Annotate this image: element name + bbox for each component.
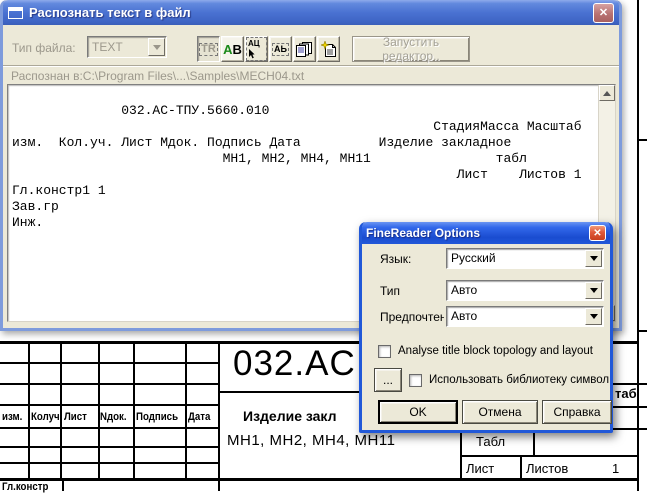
recognize-window-titlebar[interactable]: Распознать текст в файл ✕ (3, 0, 619, 25)
preference-combobox[interactable]: Авто (446, 306, 604, 327)
dialog-title: FineReader Options (366, 226, 480, 240)
ok-button[interactable]: OK (378, 400, 458, 424)
window-title: Распознать текст в файл (29, 5, 191, 20)
use-symbol-library-checkbox[interactable] (409, 374, 422, 387)
language-combobox[interactable]: Русский (446, 248, 604, 269)
drawing-header-izm: изм. (2, 411, 22, 423)
format-toolbutton[interactable]: AB (221, 36, 244, 62)
finereader-options-dialog: FineReader Options ✕ Язык: Русский Тип А… (359, 222, 613, 433)
chevron-down-icon[interactable] (148, 38, 165, 56)
drawing-line (613, 383, 647, 385)
help-button[interactable]: Справка (542, 400, 612, 424)
drawing-sheet-label: Лист (466, 461, 494, 476)
dialog-body: Язык: Русский Тип Авто Предпочтен Авто A… (362, 244, 610, 427)
drawing-line (62, 478, 64, 491)
analyse-title-block-label: Analyse title block topology and layout (398, 345, 593, 357)
drawing-line (133, 342, 135, 478)
cancel-button[interactable]: Отмена (462, 400, 538, 424)
file-type-value: TEXT (92, 40, 123, 54)
close-icon[interactable]: ✕ (589, 225, 606, 241)
text-style-icon: АЬ (272, 43, 289, 56)
drawing-line (218, 342, 220, 491)
drawing-header-koluch: Колуч (31, 411, 60, 423)
toolbar-divider (3, 65, 619, 67)
drawing-line (460, 455, 637, 457)
preference-value: Авто (451, 309, 477, 323)
drawing-line (533, 433, 535, 457)
chevron-down-icon[interactable] (585, 282, 602, 299)
type-label: Тип (380, 284, 400, 298)
file-type-combobox[interactable]: TEXT (87, 36, 167, 58)
drawing-line (98, 342, 100, 478)
copy-pages-icon (296, 41, 313, 57)
drawing-sheets-count: 1 (612, 461, 619, 476)
drawing-line (28, 342, 30, 478)
drawing-sheets-label: Листов (526, 461, 568, 476)
run-editor-button[interactable]: Запустить редактор.. (352, 36, 470, 62)
language-value: Русский (451, 251, 496, 265)
drawing-line (613, 428, 647, 430)
drawing-scale-fragment: таб (615, 386, 637, 401)
drawing-product-title: Изделие закл (243, 408, 337, 424)
file-type-label: Тип файла: (12, 41, 76, 55)
window-icon (8, 7, 23, 19)
text-style-toolbutton[interactable]: АЬ (269, 36, 292, 62)
browse-dots-button[interactable]: ... (374, 368, 402, 392)
drawing-header-podpis: Подпись (136, 411, 178, 423)
drawing-header-list: Лист (64, 411, 87, 423)
chevron-down-icon[interactable] (585, 308, 602, 325)
drawing-line (460, 433, 462, 480)
select-block-toolbutton[interactable]: АЦ (245, 36, 268, 62)
drawing-line (185, 342, 187, 478)
use-symbol-library-label: Использовать библиотеку символ (429, 374, 609, 386)
status-text: Распознан в:C:\Program Files\...\Samples… (11, 69, 304, 83)
type-value: Авто (451, 283, 477, 297)
dialog-titlebar[interactable]: FineReader Options ✕ (362, 222, 610, 244)
drawing-number: 032.AC (233, 344, 356, 384)
format-ab-icon: AB (223, 42, 242, 57)
recognize-toolbutton[interactable]: TR (197, 36, 220, 62)
chevron-down-icon[interactable] (585, 250, 602, 267)
drawing-tabl-label: Табл (476, 434, 505, 449)
recognize-icon: TR (199, 43, 218, 56)
copy-pages-toolbutton[interactable] (293, 36, 316, 62)
scroll-up-icon[interactable] (599, 85, 615, 101)
new-page-icon (321, 41, 337, 58)
analyse-title-block-checkbox[interactable] (378, 345, 391, 358)
new-page-toolbutton[interactable] (317, 36, 340, 62)
screen: { "background": { "drawing_number": "032… (0, 0, 647, 491)
select-block-icon: АЦ (246, 37, 267, 61)
close-icon[interactable]: ✕ (593, 3, 614, 23)
drawing-line (0, 478, 637, 481)
drawing-product-items: МН1, МН2, МН4, МН11 (227, 432, 395, 449)
drawing-header-data: Дата (188, 411, 210, 423)
drawing-chief-designer: Гл.констр (2, 481, 48, 493)
preference-label: Предпочтен (380, 310, 444, 324)
type-combobox[interactable]: Авто (446, 280, 604, 301)
drawing-line (637, 0, 639, 491)
drawing-line (613, 406, 647, 408)
drawing-line (60, 342, 62, 478)
language-label: Язык: (380, 252, 411, 266)
drawing-line (520, 456, 522, 480)
drawing-header-ndok: Nдок. (100, 411, 127, 423)
